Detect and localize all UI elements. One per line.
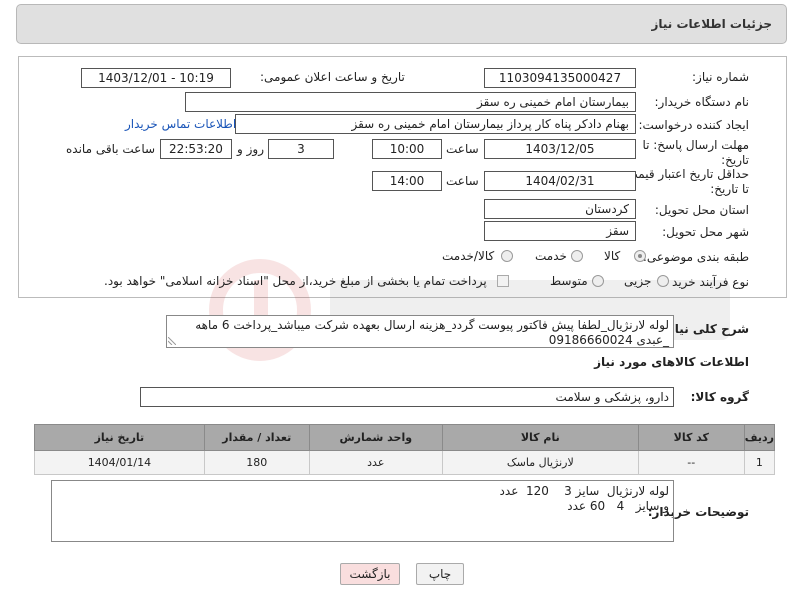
process-option-medium: متوسط [550, 274, 588, 288]
process-option-minor: جزیی [624, 274, 652, 288]
deadline-time-label: ساعت [446, 142, 479, 156]
cell-need-date: 1404/01/14 [34, 450, 205, 475]
category-option-service: خدمت [535, 249, 567, 263]
col-need-date: تاریخ نیاز [34, 424, 205, 451]
city-field: سقز [484, 221, 636, 241]
goods-section-title: اطلاعات کالاهای مورد نیاز [594, 355, 749, 369]
col-unit: واحد شمارش [308, 424, 443, 451]
treasury-payment-checkbox[interactable] [497, 275, 509, 287]
col-quantity: تعداد / مقدار [203, 424, 310, 451]
treasury-payment-note: پرداخت تمام یا بخشی از مبلغ خرید،از محل … [104, 274, 487, 288]
cell-quantity: 180 [203, 450, 310, 475]
goods-group-value: دارو، پزشکی و سلامت [555, 390, 669, 404]
col-item-name: نام کالا [441, 424, 639, 451]
resize-handle-icon[interactable] [168, 337, 176, 345]
category-option-goods-service: کالا/خدمت [442, 249, 495, 263]
goods-group-field: دارو، پزشکی و سلامت [140, 387, 674, 407]
description-textarea[interactable]: لوله لارنژیال_لطفا پیش فاکتور پیوست گردد… [166, 315, 674, 348]
deadline-label: مهلت ارسال پاسخ: تا تاریخ: [642, 138, 749, 167]
buyer-org-field: بیمارستان امام خمینی ره سقز [185, 92, 636, 112]
col-item-code: کد کالا [637, 424, 745, 451]
deadline-time-field: 10:00 [372, 139, 442, 159]
back-button[interactable]: بازگشت [340, 563, 400, 585]
buyer-org-label: نام دستگاه خریدار: [654, 95, 750, 109]
announce-label: تاریخ و ساعت اعلان عمومی: [260, 70, 405, 84]
city-label: شهر محل تحویل: [662, 225, 749, 239]
process-type-label: نوع فرآیند خرید : [664, 275, 749, 289]
remaining-time-field: 22:53:20 [160, 139, 232, 159]
creator-label: ایجاد کننده درخواست: [638, 118, 749, 132]
process-radio-minor[interactable] [657, 275, 669, 287]
goods-group-label: گروه کالا: [690, 390, 749, 404]
need-number-field: 1103094135000427 [484, 68, 636, 88]
goods-table-header: ردیف کد کالا نام کالا واحد شمارش تعداد /… [34, 424, 776, 451]
validity-time-label: ساعت [446, 174, 479, 188]
page-title: جزئیات اطلاعات نیاز [651, 17, 772, 31]
province-field: کردستان [484, 199, 636, 219]
goods-table: ردیف کد کالا نام کالا واحد شمارش تعداد /… [34, 424, 776, 475]
process-radio-medium[interactable] [592, 275, 604, 287]
province-label: استان محل تحویل: [654, 203, 749, 217]
deadline-date-field: 1403/12/05 [484, 139, 636, 159]
print-button[interactable]: چاپ [416, 563, 464, 585]
col-row: ردیف [743, 424, 776, 451]
validity-time-field: 14:00 [372, 171, 442, 191]
validity-date-field: 1404/02/31 [484, 171, 636, 191]
description-label: شرح کلی نیاز: [663, 322, 749, 336]
page-header: جزئیات اطلاعات نیاز [16, 4, 787, 44]
category-radio-goods[interactable] [634, 250, 646, 262]
creator-field: بهنام دادکر پناه کار پرداز بیمارستان اما… [235, 114, 636, 134]
cell-item-code: -- [637, 450, 745, 475]
cell-unit: عدد [308, 450, 443, 475]
buyer-contact-link[interactable]: اطلاعات تماس خریدار [125, 117, 236, 131]
announce-date-field: 1403/12/01 - 10:19 [81, 68, 231, 88]
days-remaining-field: 3 [268, 139, 334, 159]
need-number-label: شماره نیاز: [692, 70, 749, 84]
buyer-notes-textarea[interactable]: لوله لارنژیال سایز 3 120 عدد و سایز 4 60… [51, 480, 674, 542]
category-radio-goods-service[interactable] [501, 250, 513, 262]
table-row: 1 -- لارنژیال ماسک عدد 180 1404/01/14 [34, 450, 776, 475]
validity-label: حداقل تاریخ اعتبار قیمت: تا تاریخ: [622, 167, 749, 196]
category-radio-service[interactable] [571, 250, 583, 262]
remaining-time-label: ساعت باقی مانده [66, 142, 156, 156]
cell-row: 1 [743, 450, 776, 475]
category-label: طبقه بندی موضوعی: [642, 250, 749, 264]
category-option-goods: کالا [604, 249, 621, 263]
cell-item-name: لارنژیال ماسک [441, 450, 639, 475]
days-label: روز و [237, 142, 264, 156]
